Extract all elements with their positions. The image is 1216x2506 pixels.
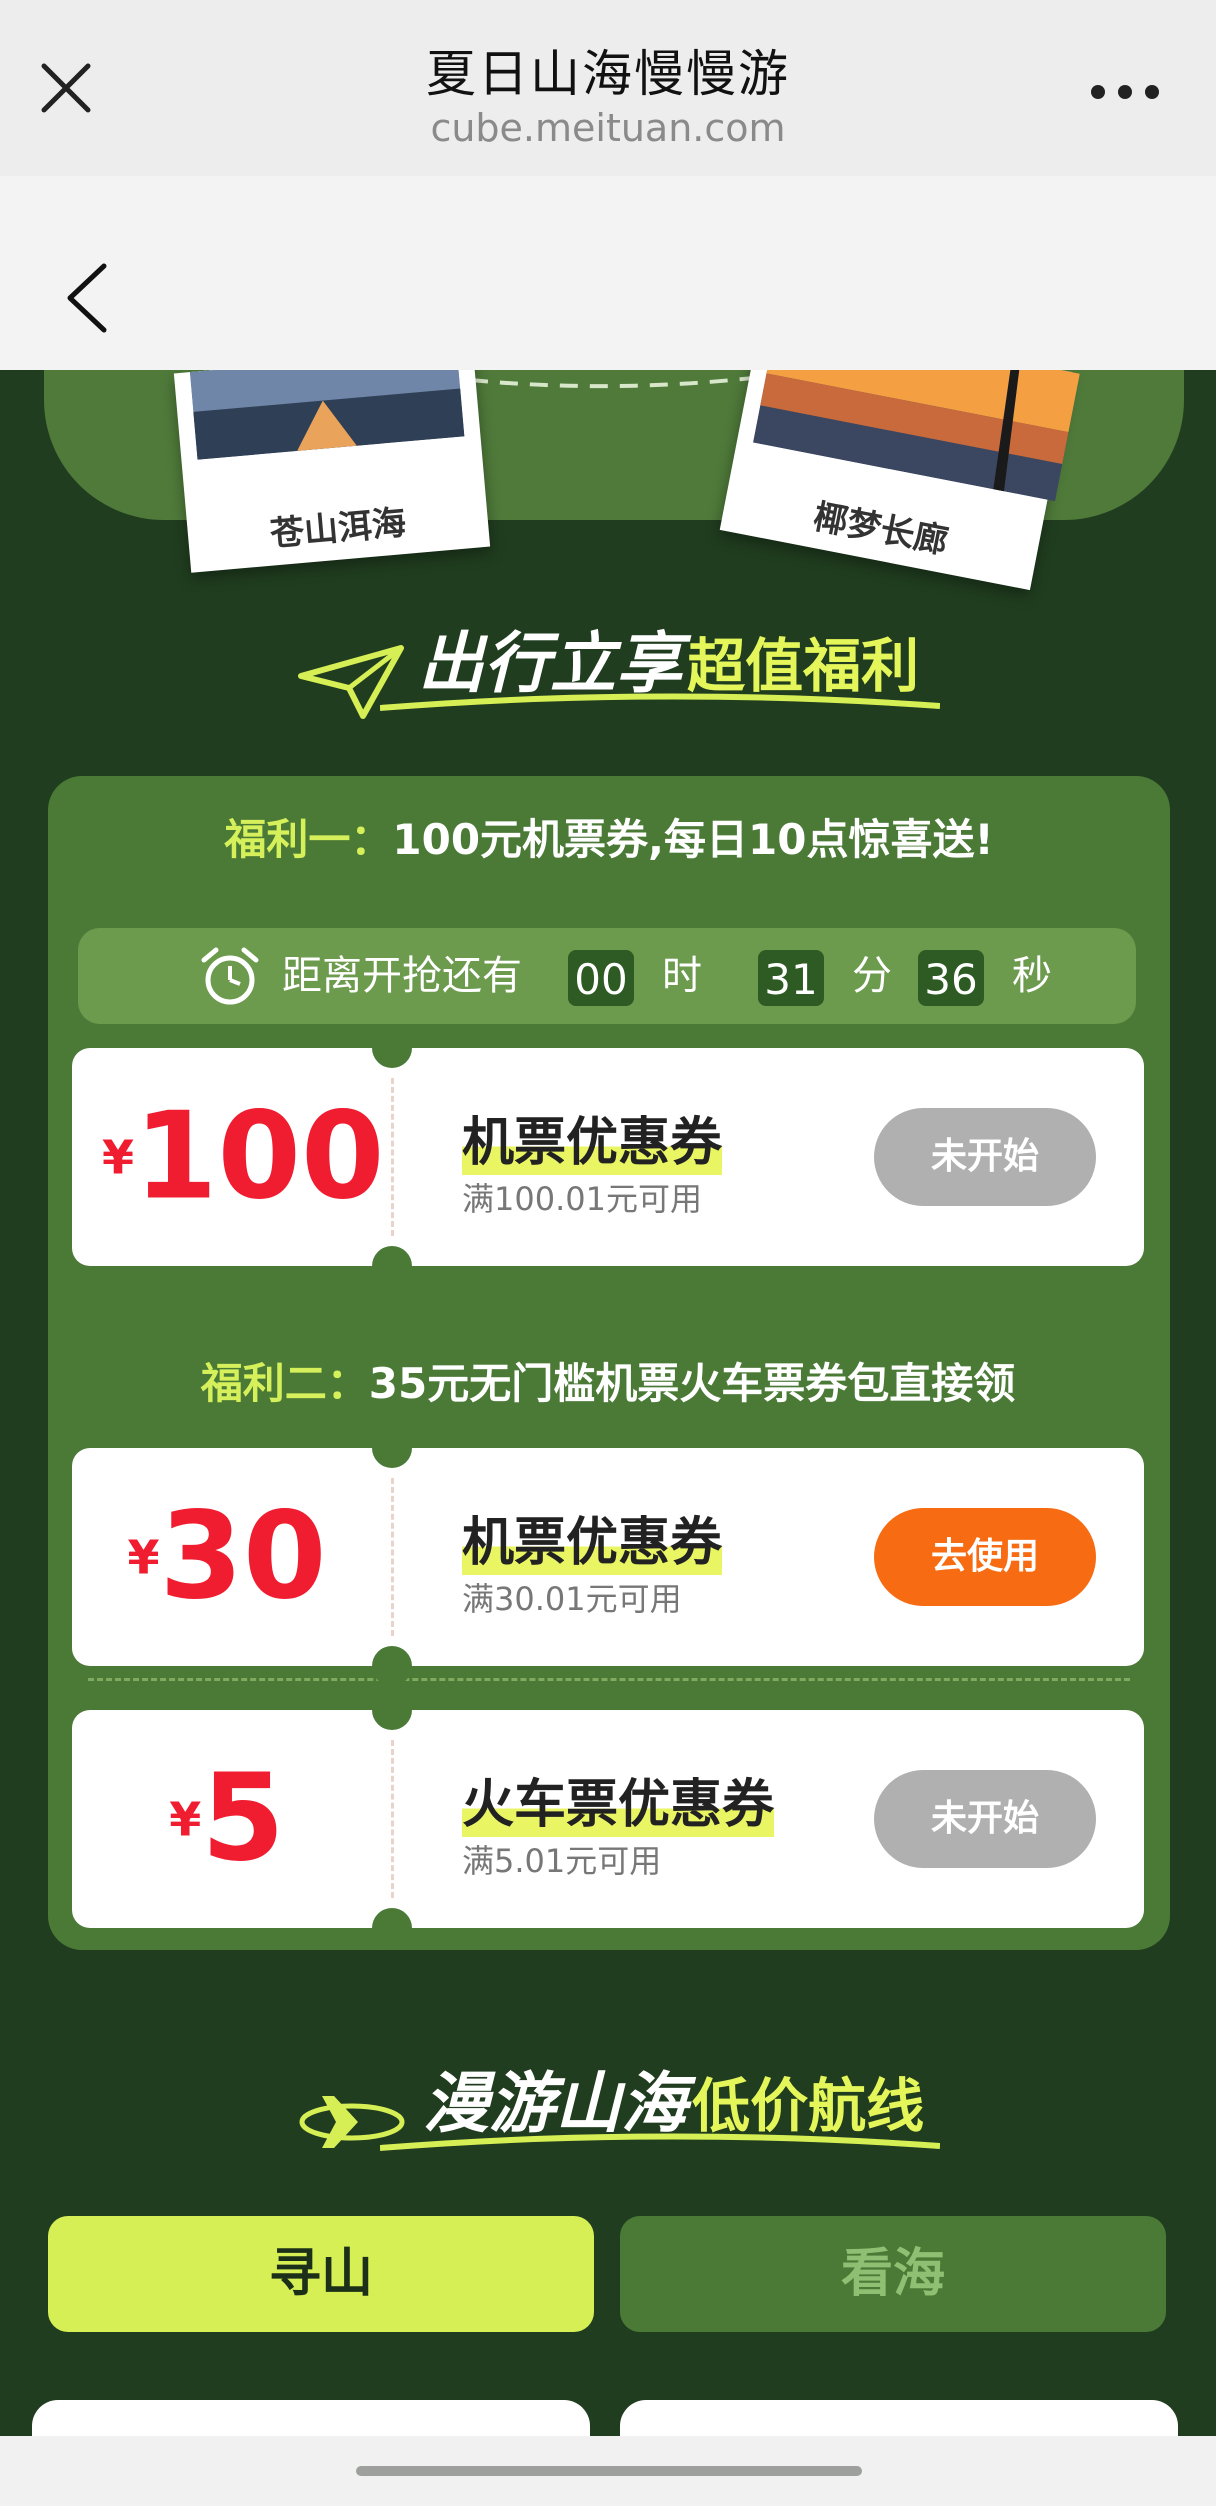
- more-icon[interactable]: [1090, 82, 1160, 102]
- route-card[interactable]: [620, 2400, 1178, 2436]
- coupon-notch: [372, 1028, 412, 1068]
- route-card[interactable]: [32, 2400, 590, 2436]
- currency-symbol: ¥: [102, 1130, 135, 1185]
- countdown-label: 距离开抢还有: [282, 953, 522, 999]
- underline-swoosh: [380, 2133, 940, 2151]
- nav-bar: [0, 176, 1216, 370]
- photo-card-yemeng: 椰梦长廊: [719, 370, 1080, 591]
- currency-symbol: ¥: [169, 1792, 202, 1847]
- section-title-routes: 漫游山海 低价航线: [0, 2050, 1216, 2162]
- photo-image: [189, 370, 465, 460]
- tab-kanhai[interactable]: 看海: [620, 2216, 1166, 2332]
- coupon-amount: ¥30: [102, 1448, 352, 1666]
- home-indicator[interactable]: [356, 2466, 862, 2476]
- coupon-amount: ¥100: [102, 1048, 385, 1266]
- countdown-seconds: 36: [918, 950, 984, 1006]
- coupon-not-started-button[interactable]: 未开始: [874, 1108, 1096, 1206]
- coupon-value: 100: [134, 1087, 385, 1227]
- coupon-notch: [372, 1690, 412, 1730]
- coupon-separator: [391, 1740, 394, 1898]
- photo-image: [752, 370, 1080, 502]
- coupon-condition: 满30.01元可用: [462, 1580, 682, 1618]
- coupon-notch: [372, 1646, 412, 1686]
- benefit-two-label: 福利二：: [200, 1359, 369, 1408]
- coupon-separator: [391, 1078, 394, 1236]
- browser-top-bar: 夏日山海慢慢游 cube.meituan.com: [0, 0, 1216, 177]
- coupon-card: ¥5 火车票优惠券 满5.01元可用 未开始: [72, 1690, 1144, 1948]
- photo-card-cangshan: 苍山洱海: [173, 370, 491, 573]
- back-icon[interactable]: [56, 258, 116, 338]
- activity-content: 苍山洱海 椰梦长廊 出行立享 超值福利 福利一：100元机票券,每日10点惊喜送…: [0, 370, 1216, 2436]
- coupon-name: 机票优惠券: [462, 1500, 723, 1575]
- coupon-separator: [391, 1478, 394, 1636]
- coupon-value: 30: [159, 1487, 327, 1627]
- section-title-benefits: 出行立享 超值福利: [0, 610, 1216, 722]
- coupon-notch: [372, 1908, 412, 1948]
- coupon-name: 机票优惠券: [462, 1100, 723, 1175]
- section-divider: [88, 1678, 1130, 1681]
- alarm-clock-icon: [201, 947, 259, 1005]
- coupon-amount: ¥5: [102, 1710, 352, 1928]
- page-url: cube.meituan.com: [430, 106, 786, 150]
- benefit-two-text: 35元无门槛机票火车票券包直接领: [368, 1359, 1016, 1408]
- countdown-hours-unit: 时: [662, 953, 702, 999]
- coupon-card: ¥30 机票优惠券 满30.01元可用 去使用: [72, 1428, 1144, 1686]
- countdown-hours: 00: [568, 950, 634, 1006]
- benefit-one-text: 100元机票券,每日10点惊喜送!: [392, 815, 994, 864]
- coupon-condition: 满5.01元可用: [462, 1842, 662, 1880]
- photo-caption: 苍山洱海: [268, 502, 408, 555]
- countdown-seconds-unit: 秒: [1012, 953, 1052, 999]
- coupon-notch: [372, 1428, 412, 1468]
- countdown-minutes-unit: 分: [852, 953, 892, 999]
- benefit-one-title: 福利一：100元机票券,每日10点惊喜送!: [48, 806, 1170, 867]
- coupon-name: 火车票优惠券: [462, 1762, 775, 1837]
- coupon-card: ¥100 机票优惠券 满100.01元可用 未开始: [72, 1028, 1144, 1286]
- coupon-use-button[interactable]: 去使用: [874, 1508, 1096, 1606]
- benefit-two-heading: 福利二：35元无门槛机票火车票券包直接领: [48, 1350, 1168, 1411]
- coupon-value: 5: [201, 1749, 285, 1889]
- countdown-bar: 距离开抢还有 00 时 31 分 36 秒: [78, 928, 1136, 1024]
- coupon-notch: [372, 1246, 412, 1286]
- currency-symbol: ¥: [127, 1530, 160, 1585]
- tab-xunshan[interactable]: 寻山: [48, 2216, 594, 2332]
- dashed-route: [470, 374, 770, 389]
- benefit-one-label: 福利一：: [224, 815, 393, 864]
- underline-swoosh: [380, 693, 940, 711]
- countdown-minutes: 31: [758, 950, 824, 1006]
- coupon-not-started-button[interactable]: 未开始: [874, 1770, 1096, 1868]
- page-title: 夏日山海慢慢游: [426, 45, 790, 103]
- coupon-condition: 满100.01元可用: [462, 1180, 702, 1218]
